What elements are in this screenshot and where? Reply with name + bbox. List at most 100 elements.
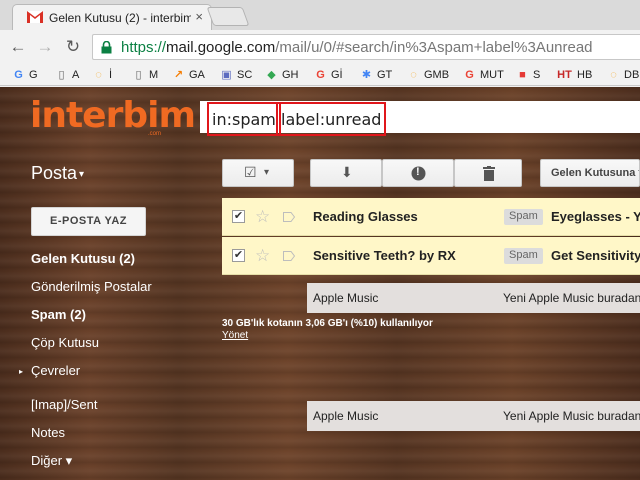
bookmark-label: SC bbox=[237, 69, 253, 81]
mail-menu-title[interactable]: Posta ▾ bbox=[31, 163, 84, 184]
bookmark-m[interactable]: ▯ M bbox=[132, 67, 158, 83]
url-text: https://mail.google.com/mail/u/0/#search… bbox=[121, 39, 593, 56]
bookmark-sc[interactable]: ▣ SC bbox=[220, 67, 252, 83]
star-icon[interactable]: ☆ bbox=[255, 207, 270, 227]
message-sender: Sensitive Teeth? by RX bbox=[313, 248, 456, 263]
archive-icon: ⬇ bbox=[341, 164, 353, 180]
sidebar-item-spam[interactable]: Spam (2) bbox=[31, 307, 86, 322]
bookmark-label: G bbox=[29, 69, 38, 81]
page-icon: ▯ bbox=[58, 68, 65, 81]
google-icon: G bbox=[316, 68, 325, 81]
back-icon[interactable]: ← bbox=[8, 37, 28, 57]
ad-text: Yeni Apple Music buradan bbox=[503, 409, 640, 423]
important-marker-icon[interactable] bbox=[283, 251, 295, 261]
exclamation-glyph: ! bbox=[416, 166, 420, 178]
move-to-inbox-button[interactable]: Gelen Kutusuna t bbox=[540, 159, 640, 187]
star-icon[interactable]: ☆ bbox=[255, 246, 270, 266]
move-to-inbox-label: Gelen Kutusuna t bbox=[551, 167, 640, 179]
ad-sender: Apple Music bbox=[313, 409, 379, 423]
page-icon: ▯ bbox=[135, 68, 142, 81]
bookmark-gmb[interactable]: ◌ GMB bbox=[407, 67, 449, 83]
bookmark-i[interactable]: ◌ İ bbox=[92, 67, 112, 83]
bookmark-label: M bbox=[149, 69, 159, 81]
row-checkbox[interactable]: ✔ bbox=[232, 249, 245, 262]
forward-icon[interactable]: → bbox=[35, 37, 55, 57]
browser-tab[interactable]: Gelen Kutusu (2) - interbim × bbox=[12, 4, 212, 30]
sidebar-item-circles[interactable]: Çevreler bbox=[31, 363, 80, 378]
select-all-dropdown[interactable]: ☑ ▾ bbox=[222, 159, 294, 187]
red-square-icon: ■ bbox=[519, 68, 526, 81]
bookmark-label: GA bbox=[189, 69, 205, 81]
bookmark-label: GMB bbox=[424, 69, 450, 81]
bookmark-label: HB bbox=[577, 69, 593, 81]
analytics-icon: ↗ bbox=[173, 68, 184, 81]
bookmark-label: S bbox=[533, 69, 541, 81]
url-host: mail.google.com bbox=[166, 39, 276, 56]
bookmark-gt[interactable]: ✱ GT bbox=[360, 67, 392, 83]
important-marker-icon[interactable] bbox=[283, 212, 295, 222]
row-checkbox[interactable]: ✔ bbox=[232, 210, 245, 223]
sidebar-item-inbox[interactable]: Gelen Kutusu (2) bbox=[31, 251, 135, 266]
bookmark-ga[interactable]: ↗ GA bbox=[172, 67, 205, 83]
bookmark-a[interactable]: ▯ A bbox=[55, 67, 79, 83]
bookmark-label: A bbox=[72, 69, 80, 81]
expand-arrow-icon[interactable]: ▸ bbox=[19, 367, 23, 376]
manage-storage-link[interactable]: Yönet bbox=[222, 330, 248, 341]
search-input[interactable]: in:spam label:unread bbox=[200, 101, 640, 136]
spam-label-badge: Spam bbox=[504, 209, 543, 225]
logo-suffix: .com bbox=[148, 131, 162, 137]
sidebar-item-trash[interactable]: Çöp Kutusu bbox=[31, 335, 99, 350]
message-sender: Reading Glasses bbox=[313, 209, 418, 224]
message-subject: Get Sensitivity bbox=[551, 248, 640, 263]
checkbox-icon: ☑ bbox=[244, 164, 257, 180]
bookmark-s[interactable]: ■ S bbox=[516, 67, 540, 83]
archive-button[interactable]: ⬇ bbox=[310, 159, 382, 187]
compose-button[interactable]: E-POSTA YAZ bbox=[31, 207, 146, 236]
new-tab-button[interactable] bbox=[206, 7, 250, 26]
url-scheme: https:// bbox=[121, 39, 167, 56]
ht-icon: HT bbox=[557, 68, 572, 81]
sidebar-item-imap-sent[interactable]: [Imap]/Sent bbox=[31, 397, 97, 412]
tab-title: Gelen Kutusu (2) - interbim bbox=[49, 11, 191, 25]
maps-icon: ◆ bbox=[267, 68, 276, 81]
google-icon: G bbox=[465, 68, 474, 81]
url-path: /mail/u/0/#search/in%3Aspam+label%3Aunre… bbox=[275, 39, 593, 56]
tools-icon: ✱ bbox=[361, 68, 372, 81]
close-icon[interactable]: × bbox=[195, 9, 203, 24]
bookmark-hb[interactable]: HT HB bbox=[556, 67, 592, 83]
bookmark-db[interactable]: ◌ DB bbox=[607, 67, 639, 83]
message-subject: Eyeglasses - Y bbox=[551, 209, 640, 224]
sidebar-item-more[interactable]: Diğer ▾ bbox=[31, 453, 72, 469]
address-bar[interactable]: https://mail.google.com/mail/u/0/#search… bbox=[92, 34, 640, 60]
sidebar-item-notes[interactable]: Notes bbox=[31, 425, 65, 440]
message-row[interactable]: ✔ ☆ Sensitive Teeth? by RX Spam Get Sens… bbox=[222, 237, 640, 275]
google-icon: G bbox=[14, 68, 23, 81]
browser-tab-bar: Gelen Kutusu (2) - interbim × bbox=[0, 0, 640, 30]
ad-sender: Apple Music bbox=[313, 291, 379, 305]
report-spam-button[interactable]: ! bbox=[382, 159, 454, 187]
spam-label-badge: Spam bbox=[504, 248, 543, 264]
circle-icon: ◌ bbox=[610, 68, 617, 81]
bookmark-gi[interactable]: G Gİ bbox=[314, 67, 343, 83]
bookmark-label: İ bbox=[109, 69, 113, 81]
chevron-down-icon: ▾ bbox=[79, 168, 85, 180]
bookmark-label: MUT bbox=[480, 69, 504, 81]
message-row[interactable]: ✔ ☆ Reading Glasses Spam Eyeglasses - Y bbox=[222, 198, 640, 236]
bookmark-label: GH bbox=[282, 69, 299, 81]
circle-icon: ◌ bbox=[95, 68, 102, 81]
bookmark-label: GT bbox=[377, 69, 393, 81]
sidebar-item-sent[interactable]: Gönderilmiş Postalar bbox=[31, 279, 152, 294]
search-chip-in-spam: in:spam bbox=[207, 102, 281, 136]
interbim-logo[interactable]: interbim bbox=[30, 95, 196, 136]
sponsored-ad-row[interactable]: Apple Music Yeni Apple Music buradan bbox=[307, 401, 640, 431]
bookmark-label: DB bbox=[624, 69, 640, 81]
sponsored-ad-row[interactable]: Apple Music Yeni Apple Music buradan bbox=[307, 283, 640, 313]
reload-icon[interactable]: ↻ bbox=[63, 37, 83, 57]
delete-button[interactable] bbox=[454, 159, 522, 187]
bookmark-mut[interactable]: G MUT bbox=[463, 67, 504, 83]
bookmark-g[interactable]: GG bbox=[12, 67, 38, 83]
search-chip-label-unread: label:unread bbox=[276, 102, 387, 136]
bookmark-gh[interactable]: ◆ GH bbox=[265, 67, 299, 83]
bookmark-label: Gİ bbox=[331, 69, 343, 81]
browser-toolbar: ← → ↻ https://mail.google.com/mail/u/0/#… bbox=[0, 30, 640, 64]
